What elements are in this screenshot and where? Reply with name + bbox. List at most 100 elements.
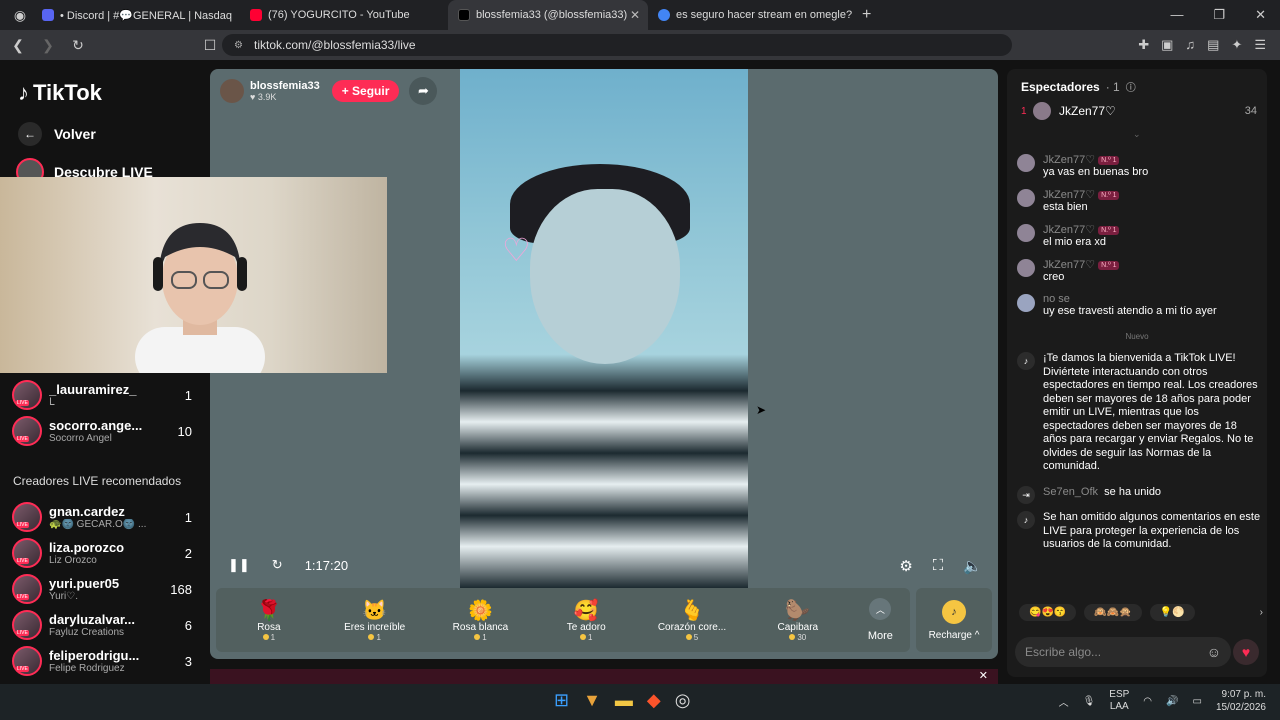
- tab-youtube[interactable]: (76) YOGURCITO - YouTube: [240, 0, 448, 30]
- gift-te-adoro[interactable]: 🥰 Te adoro 1: [533, 598, 639, 642]
- avatar: [12, 574, 42, 604]
- joined-user[interactable]: Se7en_Ofk: [1043, 486, 1098, 498]
- windows-start-icon[interactable]: ⊞: [554, 690, 569, 711]
- gift-capibara[interactable]: 🦫 Capibara 30: [745, 598, 851, 642]
- clock[interactable]: 9:07 p. m. 15/02/2026: [1216, 688, 1266, 714]
- message-user[interactable]: JkZen77♡: [1043, 189, 1095, 201]
- avatar: [12, 416, 42, 446]
- gift-rosa[interactable]: 🌹 Rosa 1: [216, 598, 322, 642]
- fullscreen-icon[interactable]: ⛶: [933, 557, 944, 575]
- recommended-creator[interactable]: feliperodrigu...Felipe Rodriguez 3: [12, 644, 192, 678]
- app-icon[interactable]: ▼: [583, 690, 601, 711]
- recommended-creator[interactable]: liza.porozcoLiz Orozco 2: [12, 536, 192, 570]
- tab-tiktok[interactable]: blossfemia33 (@blossfemia33) ✕: [448, 0, 648, 30]
- comment-input[interactable]: Escribe algo... ☺: [1015, 637, 1231, 667]
- share-icon[interactable]: ➦: [409, 77, 438, 105]
- pause-icon[interactable]: ❚❚: [228, 557, 250, 573]
- brave-browser-icon[interactable]: ◆: [647, 690, 661, 711]
- browser-menu-icon[interactable]: ◉: [8, 7, 32, 24]
- avatar[interactable]: [1017, 259, 1035, 277]
- obs-icon[interactable]: ◎: [675, 690, 691, 711]
- recommended-creator[interactable]: yuri.puer05Yuri♡. 168: [12, 572, 192, 606]
- recommended-creator[interactable]: daryluzalvar...Fayluz Creations 6: [12, 608, 192, 642]
- extensions-icon[interactable]: ✚: [1138, 37, 1149, 53]
- tab-label: blossfemia33 (@blossfemia33): [476, 9, 628, 21]
- media-icon[interactable]: ♫: [1185, 37, 1195, 53]
- tab-google[interactable]: es seguro hacer stream en omegle?: [648, 0, 856, 30]
- emoji-icon[interactable]: ☺: [1207, 644, 1221, 660]
- gift-rosa-blanca[interactable]: 🌼 Rosa blanca 1: [428, 598, 534, 642]
- help-icon[interactable]: ⓘ: [1126, 79, 1136, 94]
- message-user[interactable]: JkZen77♡: [1043, 154, 1095, 166]
- forward-icon[interactable]: ❯: [36, 37, 60, 54]
- creator-subtitle: Felipe Rodriguez: [49, 663, 125, 674]
- wifi-icon[interactable]: ◠: [1143, 696, 1152, 707]
- viewer-count: 168: [170, 581, 192, 597]
- menu-icon[interactable]: ☰: [1254, 37, 1266, 53]
- volume-icon[interactable]: 🔊: [1166, 696, 1178, 707]
- tiktok-logo[interactable]: ♪ TikTok: [18, 80, 102, 106]
- top-viewer-row[interactable]: 1 JkZen77♡ 34: [1021, 102, 1257, 120]
- leo-icon[interactable]: ✦: [1231, 37, 1242, 53]
- avatar[interactable]: [1017, 154, 1035, 172]
- message-user[interactable]: no se: [1043, 293, 1070, 305]
- live-video[interactable]: ♡: [460, 69, 748, 588]
- viewers-header: Espectadores · 1 ⓘ: [1021, 79, 1136, 95]
- gift-price: 1: [368, 633, 381, 642]
- sidebar-icon[interactable]: ▣: [1161, 37, 1173, 53]
- file-explorer-icon[interactable]: ▬: [615, 690, 633, 711]
- youtube-icon: [250, 9, 262, 21]
- gift-price: 30: [789, 633, 806, 642]
- viewer-avatar: [1033, 102, 1051, 120]
- tab-discord[interactable]: • Discord | #💬GENERAL | Nasdaq: [32, 0, 240, 30]
- chevron-right-icon[interactable]: ›: [1260, 607, 1263, 618]
- gift-name: Rosa blanca: [452, 622, 509, 633]
- reaction-pill[interactable]: 😋😍😙: [1019, 604, 1077, 621]
- expand-viewers-icon[interactable]: ⌄: [1133, 129, 1141, 140]
- followed-live-item[interactable]: _lauuramirez_ᒪ 1: [12, 378, 192, 412]
- avatar[interactable]: [1017, 294, 1035, 312]
- gift-eres-increible[interactable]: 🐱 Eres increíble 1: [322, 598, 428, 642]
- recommended-creator[interactable]: gnan.cardez🐢🌚 GECAR.O🌚 ... 1: [12, 500, 192, 534]
- volume-icon[interactable]: 🔈: [963, 557, 982, 575]
- show-hidden-icons[interactable]: ︿: [1059, 694, 1069, 709]
- language-indicator[interactable]: ESP LAA: [1109, 689, 1129, 713]
- like-heart-button[interactable]: ♥: [1233, 639, 1259, 665]
- back-icon[interactable]: ❮: [6, 37, 30, 54]
- new-tab-button[interactable]: +: [862, 6, 871, 24]
- reaction-pill[interactable]: 🙉🙈🙊: [1084, 604, 1142, 621]
- message-user[interactable]: JkZen77♡: [1043, 259, 1095, 271]
- maximize-icon[interactable]: ❐: [1213, 7, 1225, 23]
- battery-icon[interactable]: ▭: [1192, 696, 1201, 707]
- url-field[interactable]: ⚙ tiktok.com/@blossfemia33/live: [222, 34, 1012, 56]
- more-gifts-button[interactable]: ︿ More: [851, 598, 910, 642]
- close-window-icon[interactable]: ✕: [1255, 7, 1266, 23]
- refresh-icon[interactable]: ↻: [272, 557, 283, 573]
- bookmark-icon[interactable]: ☐: [198, 37, 222, 54]
- follow-button[interactable]: + Seguir: [331, 80, 400, 102]
- host-avatar[interactable]: [220, 79, 244, 103]
- followed-live-item[interactable]: socorro.ange...Socorro Angel 10: [12, 414, 192, 448]
- host-name[interactable]: blossfemia33: [250, 80, 320, 92]
- wallet-icon[interactable]: ▤: [1207, 37, 1219, 53]
- message-text: creo: [1043, 271, 1065, 283]
- avatar[interactable]: [1017, 224, 1035, 242]
- creator-name: daryluzalvar...: [49, 612, 135, 627]
- site-info-icon[interactable]: ⚙: [234, 40, 243, 51]
- reaction-pill[interactable]: 💡🌕: [1149, 604, 1195, 621]
- close-tab-icon[interactable]: ✕: [630, 8, 640, 22]
- recharge-button[interactable]: ♪ Recharge ^: [916, 588, 992, 652]
- settings-icon[interactable]: ⚙: [899, 557, 912, 575]
- avatar[interactable]: [1017, 189, 1035, 207]
- browser-tab-bar: ◉ • Discord | #💬GENERAL | Nasdaq (76) YO…: [0, 0, 1280, 30]
- message-user[interactable]: JkZen77♡: [1043, 224, 1095, 236]
- url-text: tiktok.com/@blossfemia33/live: [254, 38, 416, 52]
- microphone-icon[interactable]: 🎙: [1083, 696, 1096, 707]
- keyboard-layout: LAA: [1109, 701, 1129, 712]
- back-link[interactable]: ← Volver: [18, 122, 96, 146]
- close-banner-icon[interactable]: ✕: [979, 669, 988, 682]
- coin-icon: [789, 634, 796, 640]
- reload-icon[interactable]: ↻: [66, 37, 90, 54]
- gift-corazon[interactable]: 🫰 Corazón core... 5: [639, 598, 745, 642]
- minimize-icon[interactable]: —: [1170, 7, 1183, 23]
